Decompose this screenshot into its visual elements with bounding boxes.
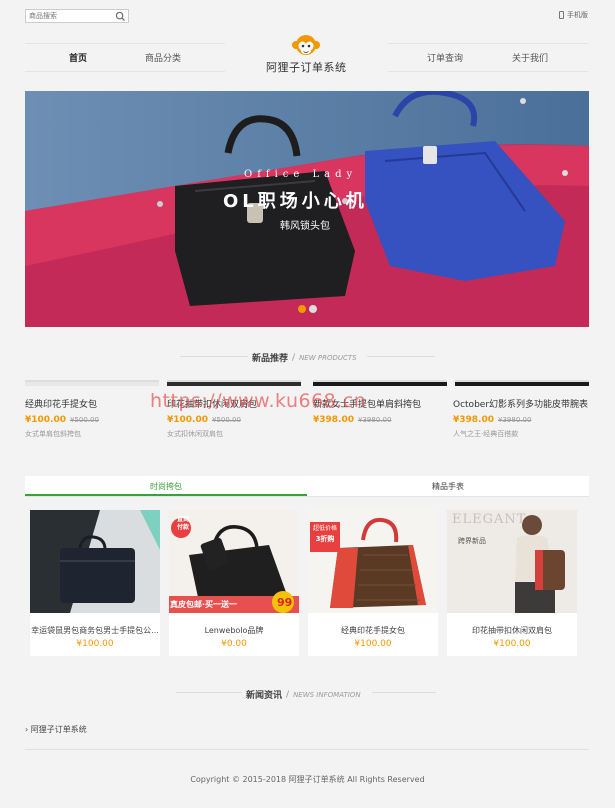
current-price: ¥398.00 — [453, 415, 494, 425]
badge-bottom: 3折购 — [315, 535, 335, 543]
nav-order-query[interactable]: 订单查询 — [427, 51, 463, 64]
heading-slash: / — [286, 689, 290, 700]
product-thumb[interactable] — [313, 380, 447, 386]
product-price: ¥398.00 ¥3980.00 — [313, 415, 449, 425]
new-products-heading-zh: 新品推荐 — [252, 354, 289, 364]
banner-carousel[interactable]: Office Lady OL职场小心机 韩风锁头包 — [25, 91, 589, 327]
search-box[interactable] — [25, 9, 129, 23]
promo-price: 99 — [277, 596, 293, 609]
banner-title: OL职场小心机 — [223, 191, 368, 212]
product-price: ¥100.00 — [354, 639, 392, 649]
news-heading-zh: 新闻资讯 — [246, 691, 283, 701]
section-divider — [372, 692, 436, 693]
promo-tag-line2: 付款 — [176, 524, 189, 531]
nav-home[interactable]: 首页 — [69, 51, 87, 64]
tab-fashion-bags[interactable]: 时尚挎包 — [25, 476, 307, 496]
current-price: ¥100.00 — [167, 415, 208, 425]
product-thumb[interactable] — [25, 380, 159, 386]
mobile-version-label: 手机版 — [567, 11, 588, 19]
new-products-heading-en: NEW PRODUCTS — [299, 353, 357, 362]
product-thumb[interactable] — [455, 380, 589, 386]
nav-divider — [388, 71, 588, 72]
heading-slash: / — [292, 352, 296, 363]
news-heading-en: NEWS INFOMATION — [293, 690, 361, 699]
watermark: https://www.ku668.cn — [150, 390, 367, 412]
product-thumb[interactable] — [167, 380, 301, 386]
mobile-version-link[interactable]: 手机版 — [559, 10, 588, 20]
nav-divider — [388, 43, 588, 44]
product-card[interactable]: 幸运袋鼠男包商务包男士手提包公... ¥100.00 — [30, 510, 160, 656]
product-name[interactable]: 幸运袋鼠男包商务包男士手提包公... — [30, 625, 160, 636]
nav-divider — [25, 43, 225, 44]
product-description: 女式扣休闲双肩包 — [167, 430, 223, 438]
product-name[interactable]: 经典印花手提女包 — [308, 625, 438, 636]
poster-brand: ELEGANT — [452, 512, 527, 527]
new-product-item[interactable]: October幻影系列多功能皮带腕表 ¥398.00 ¥3980.00 人气之王·… — [453, 397, 589, 439]
old-price: ¥500.00 — [70, 416, 99, 424]
product-price: ¥100.00 ¥500.00 — [167, 415, 303, 425]
footer-divider — [25, 749, 589, 750]
promo-tag-line1: 直到 — [176, 516, 189, 523]
old-price: ¥500.00 — [212, 416, 241, 424]
old-price: ¥3980.00 — [358, 416, 392, 424]
search-icon[interactable] — [115, 11, 126, 22]
promo-overlay: 直到 付款 — [172, 516, 194, 532]
badge-top: 超低价格 — [312, 525, 337, 532]
product-card[interactable]: 印花抽带扣休闲双肩包 ¥100.00 — [447, 510, 577, 656]
logo-monkey-icon[interactable] — [291, 33, 321, 57]
nav-about[interactable]: 关于我们 — [512, 51, 548, 64]
banner-subtitle: Office Lady — [244, 169, 358, 180]
section-divider — [180, 356, 248, 357]
copyright: Copyright © 2015-2018 阿狸子订单系统 All Rights… — [190, 775, 425, 784]
new-products-heading: 新品推荐 / NEW PRODUCTS — [252, 351, 357, 365]
logo-text[interactable]: 阿狸子订单系统 — [266, 59, 347, 75]
product-price: ¥100.00 — [76, 639, 114, 649]
product-price: ¥100.00 — [493, 639, 531, 649]
product-price: ¥398.00 ¥3980.00 — [453, 415, 589, 425]
product-name[interactable]: 经典印花手提女包 — [25, 397, 161, 410]
section-divider — [176, 692, 242, 693]
product-price: ¥100.00 ¥500.00 — [25, 415, 161, 425]
current-price: ¥398.00 — [313, 415, 354, 425]
product-description: 人气之王·经典百搭款 — [453, 430, 519, 438]
news-item-title[interactable]: 阿狸子订单系统 — [31, 725, 87, 734]
new-product-item[interactable]: 经典印花手提女包 ¥100.00 ¥500.00 女式单肩包斜挎包 — [25, 397, 161, 439]
product-name[interactable]: Lenwebolo品牌 — [169, 625, 299, 636]
banner-caption: 韩风锁头包 — [280, 221, 330, 232]
product-description: 女式单肩包斜挎包 — [25, 430, 81, 438]
nav-divider — [25, 71, 225, 72]
new-products-thumbs — [25, 380, 589, 386]
badge-overlay: 超低价格 3折购 — [310, 524, 340, 544]
product-image[interactable] — [30, 510, 160, 613]
news-heading: 新闻资讯 / NEWS INFOMATION — [246, 688, 361, 702]
product-name[interactable]: 印花抽带扣休闲双肩包 — [447, 625, 577, 636]
product-price: ¥0.00 — [221, 639, 247, 649]
tab-watches[interactable]: 精品手表 — [307, 476, 589, 496]
promo-banner-text: 真皮包邮·买一送一 — [170, 600, 238, 609]
section-divider — [367, 356, 435, 357]
nav-categories[interactable]: 商品分类 — [145, 51, 181, 64]
poster-caption: 跨界新品 — [458, 537, 486, 545]
page: 手机版 首页 商品分类 订单查询 关于我们 阿狸子订单系统 — [0, 0, 615, 808]
phone-icon — [559, 11, 564, 19]
current-price: ¥100.00 — [25, 415, 66, 425]
product-name[interactable]: October幻影系列多功能皮带腕表 — [453, 397, 589, 410]
search-input[interactable] — [26, 10, 112, 22]
old-price: ¥3980.00 — [498, 416, 532, 424]
chevron-right-icon: › — [25, 725, 29, 734]
news-item[interactable]: › 阿狸子订单系统 — [25, 724, 87, 735]
category-tabs: 时尚挎包 精品手表 — [25, 476, 589, 497]
